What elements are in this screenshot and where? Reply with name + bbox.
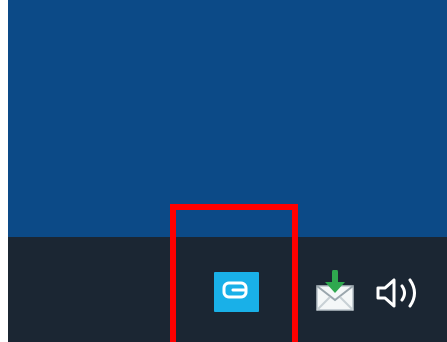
volume-icon[interactable] — [372, 270, 428, 316]
rounded-square-app-icon — [222, 281, 248, 299]
desktop-background — [8, 0, 447, 237]
app-tray-icon[interactable] — [214, 272, 259, 312]
mail-download-icon[interactable] — [313, 270, 357, 315]
envelope-download-icon — [316, 270, 354, 311]
screenshot-canvas — [0, 0, 447, 342]
speaker-icon — [376, 278, 416, 308]
